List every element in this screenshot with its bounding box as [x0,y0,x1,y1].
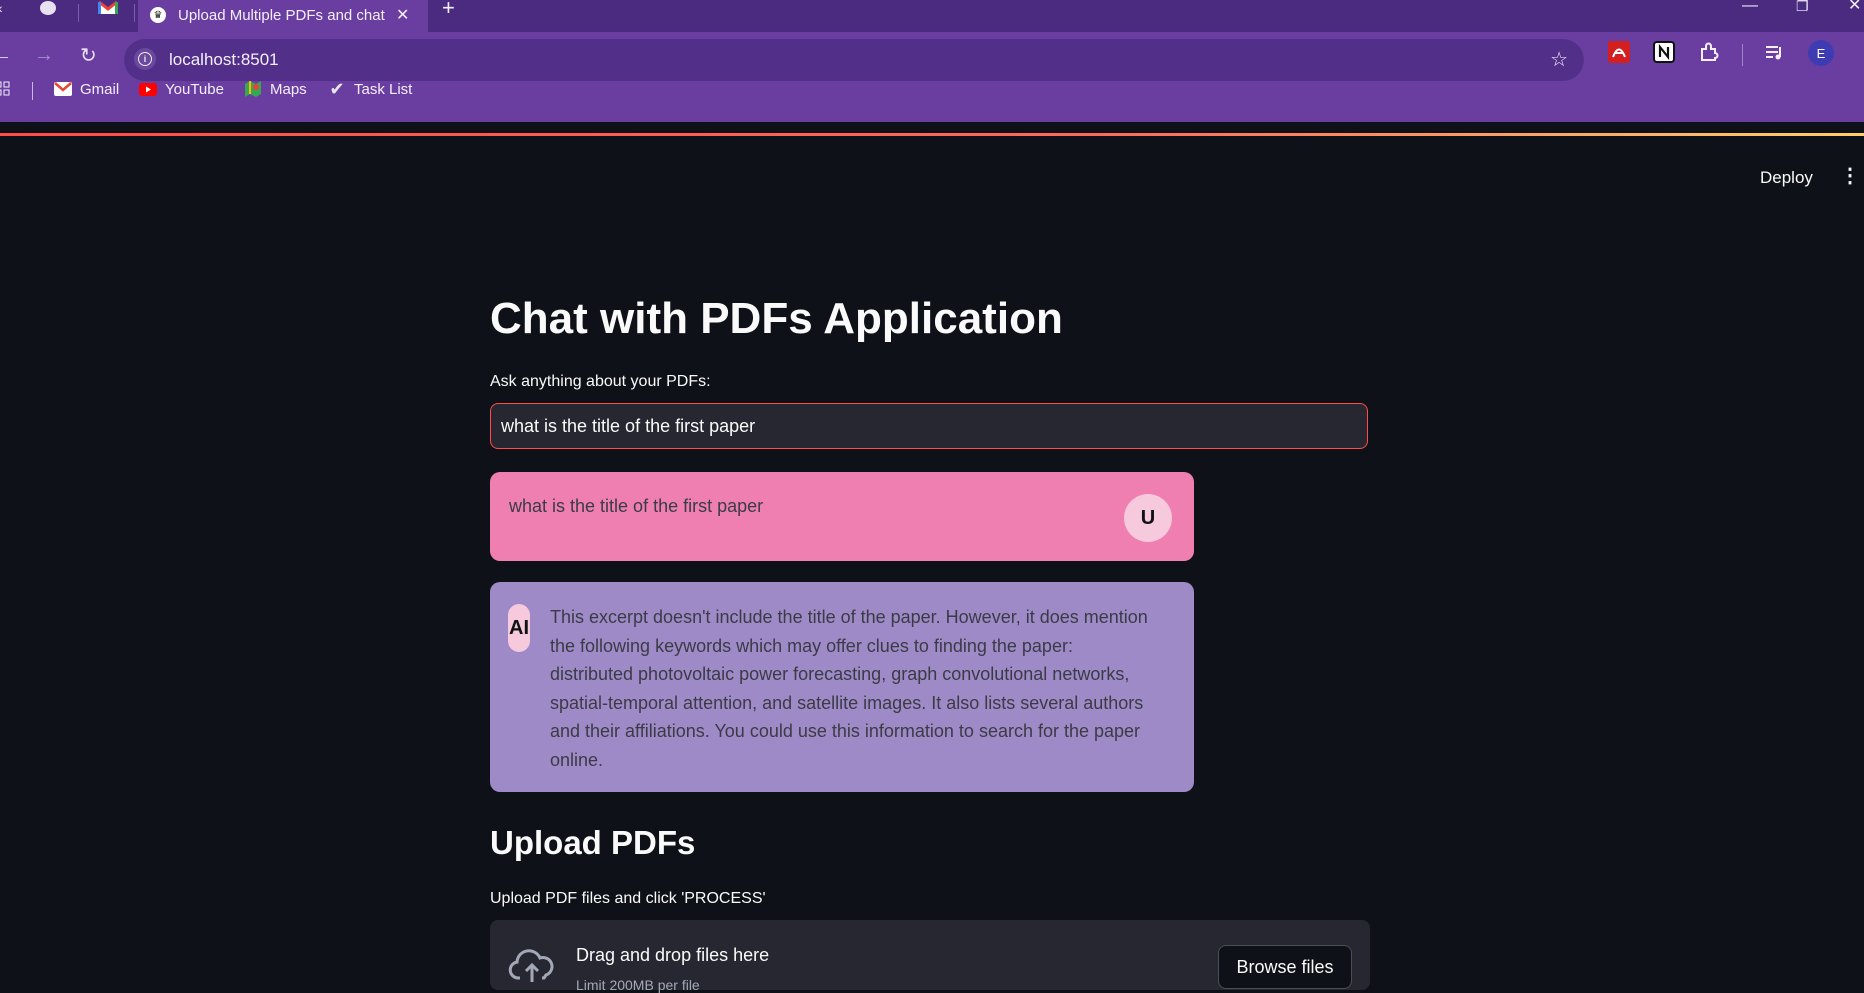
dropzone-title: Drag and drop files here [576,945,770,965]
tab-pinned-gmail[interactable] [80,0,136,32]
gmail-icon [98,0,118,14]
close-tab-icon[interactable]: ✕ [396,5,409,25]
bookmark-star-icon[interactable]: ☆ [1550,47,1568,72]
user-avatar: U [1124,494,1172,542]
page-header-decoration [0,133,1864,136]
bookmark-maps[interactable]: Maps [244,80,307,98]
tab-title: Upload Multiple PDFs and chat [178,6,385,24]
new-tab-button[interactable]: + [442,0,455,20]
toolbar-divider [1742,44,1743,66]
deploy-button[interactable]: Deploy [1760,168,1813,188]
checkmark-icon: ✔ [329,78,345,99]
address-bar[interactable]: i localhost:8501 ☆ [124,39,1584,81]
ai-message: AI This excerpt doesn't include the titl… [490,582,1194,792]
maps-icon [244,80,262,98]
bookmark-label: Gmail [80,80,120,98]
ai-message-text: This excerpt doesn't include the title o… [550,607,1148,770]
tab-separator [134,4,135,22]
gmail-icon [54,80,72,98]
forward-icon[interactable]: → [34,44,54,67]
url-text[interactable]: localhost:8501 [169,50,279,70]
user-message: what is the title of the first paper U [490,472,1194,561]
restore-icon[interactable]: ❐ [1796,0,1809,13]
active-tab[interactable]: ♛ Upload Multiple PDFs and chat ✕ [138,0,428,32]
bookmarks-divider [32,82,33,100]
user-message-text: what is the title of the first paper [509,496,764,516]
youtube-icon [139,80,157,98]
bookmark-gmail[interactable]: Gmail [54,80,119,98]
back-icon[interactable]: ← [0,44,12,67]
bookmark-label: Task List [354,80,413,98]
browser-toolbar: ← → ↻ i localhost:8501 ☆ E Gmail YouTube… [0,32,1864,122]
media-queue-icon[interactable] [1762,40,1786,64]
streamlit-favicon-icon: ♛ [150,7,166,23]
bookmark-youtube[interactable]: YouTube [139,80,224,98]
site-icon [40,1,56,15]
window-close-icon[interactable]: ✕ [1848,0,1861,14]
apps-grid-icon[interactable] [0,80,14,98]
bookmark-task-list[interactable]: ✔ Task List [328,78,413,99]
question-label: Ask anything about your PDFs: [490,373,711,390]
upload-heading: Upload PDFs [490,824,696,861]
minimize-icon[interactable]: — [1742,0,1758,14]
cloud-upload-icon [508,949,554,982]
profile-avatar[interactable]: E [1808,40,1834,66]
browse-files-button[interactable]: Browse files [1218,945,1352,989]
question-input[interactable] [490,403,1368,449]
bookmark-label: YouTube [165,80,224,98]
bookmark-label: Maps [270,80,307,98]
chevron-left-icon: ‹ [0,0,3,16]
tab-pinned-1[interactable]: ‹ [0,0,56,32]
extensions-puzzle-icon[interactable] [1697,40,1721,64]
dropzone-limit: Limit 200MB per file [576,977,700,993]
ai-avatar: AI [508,604,530,652]
notion-extension-icon[interactable] [1652,40,1676,64]
acrobat-extension-icon[interactable] [1607,40,1631,64]
tab-strip: ‹ ♛ Upload Multiple PDFs and chat ✕ + — … [0,0,1864,32]
tab-separator [78,4,79,22]
file-dropzone[interactable]: Drag and drop files here Limit 200MB per… [490,920,1370,993]
more-menu-icon[interactable]: ⋮ [1840,166,1860,186]
reload-icon[interactable]: ↻ [80,43,97,68]
site-info-icon[interactable]: i [134,48,156,70]
page-title: Chat with PDFs Application [490,294,1063,343]
upload-caption: Upload PDF files and click 'PROCESS' [490,890,766,907]
